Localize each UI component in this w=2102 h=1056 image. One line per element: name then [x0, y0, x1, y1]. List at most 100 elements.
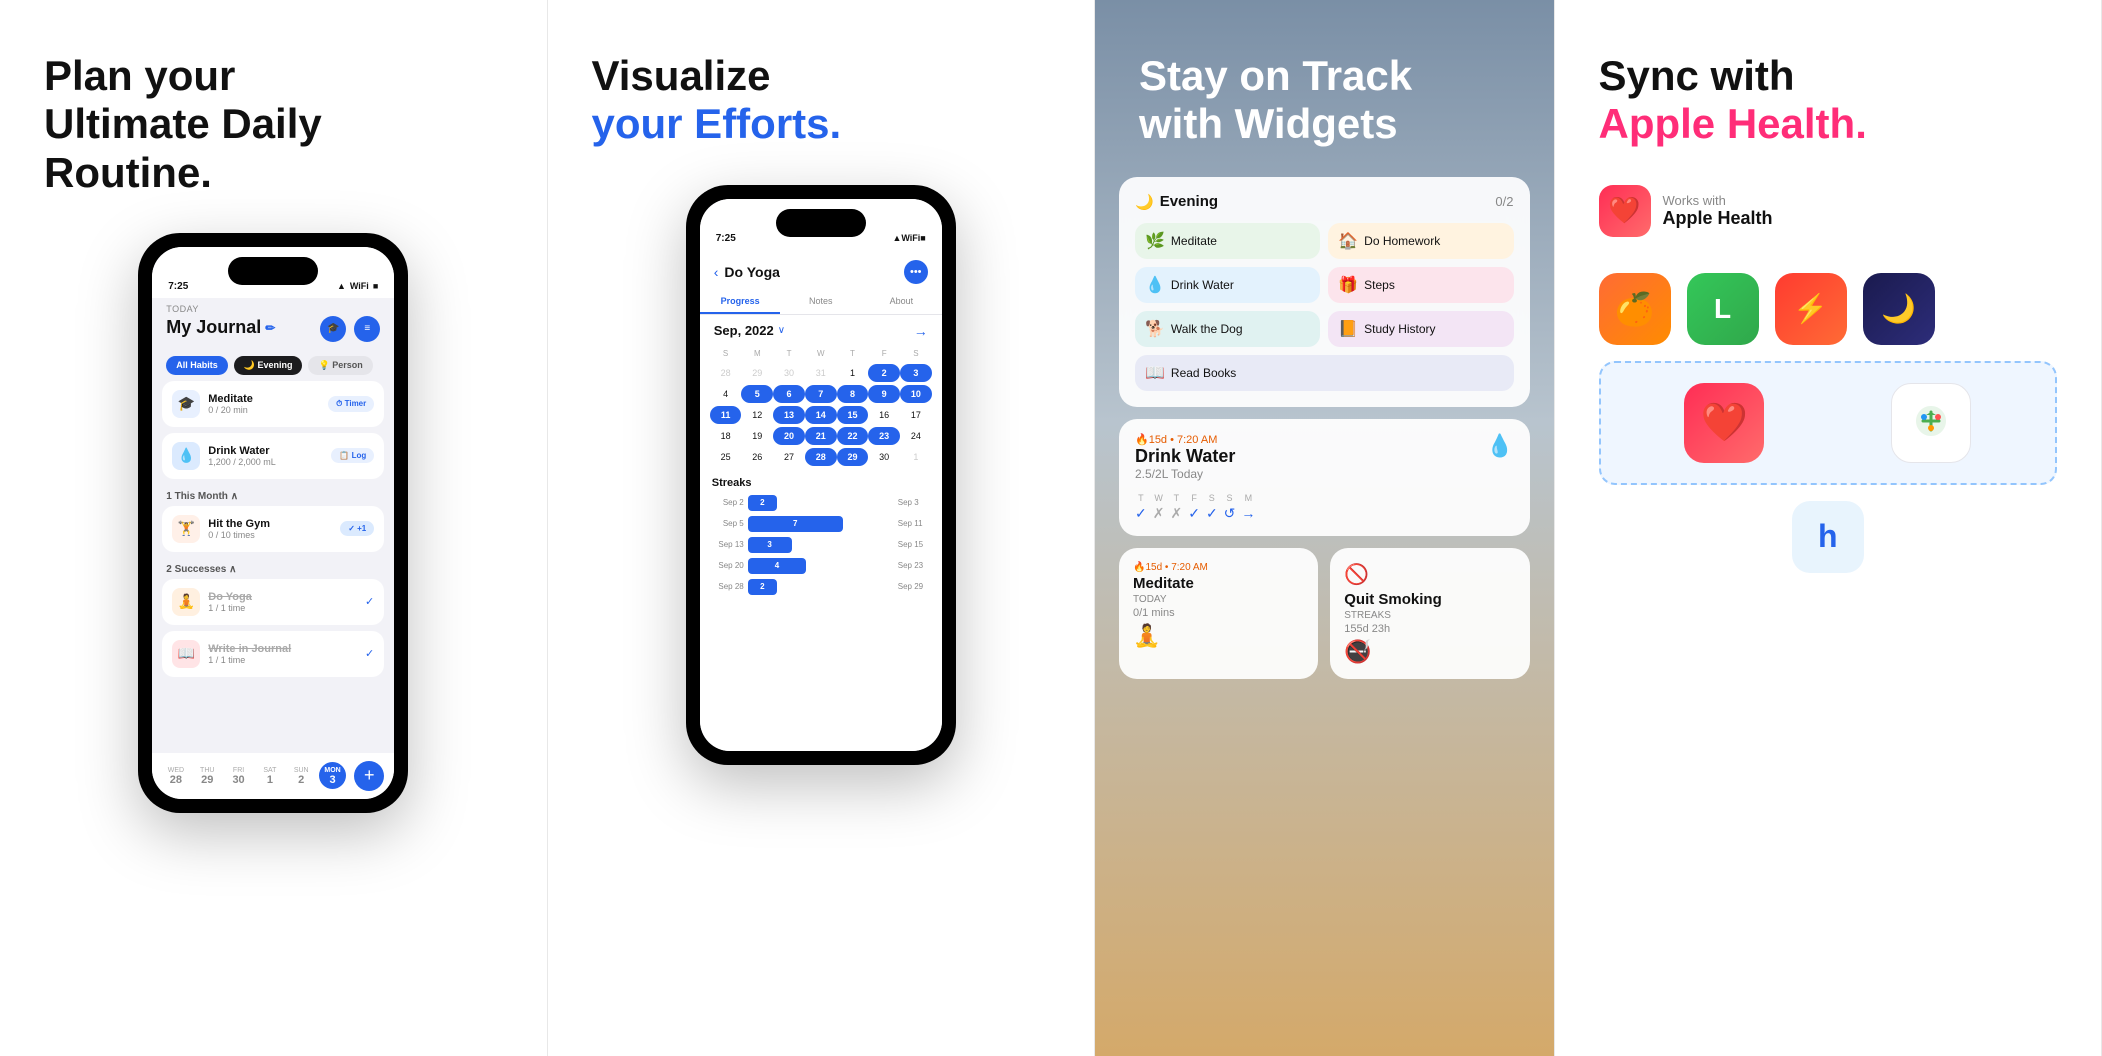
- quit-smoking-no-icon: 🚫: [1344, 562, 1515, 587]
- cal-nav-right[interactable]: →: [914, 323, 928, 339]
- sync-area: ❤️: [1599, 361, 2058, 485]
- works-with-label: Works with: [1663, 193, 1773, 208]
- streak-2: Sep 5 7 Sep 11: [712, 516, 930, 532]
- widget-drink-icon: 💧: [1486, 433, 1513, 459]
- apple-health-logo: ❤️ Works with Apple Health: [1599, 185, 2058, 237]
- widget-drink-title: Drink Water: [1135, 446, 1235, 467]
- cal-menu[interactable]: •••: [904, 260, 928, 284]
- filter-icon[interactable]: ≡: [354, 316, 380, 342]
- streaks-section: Streaks Sep 2 2 Sep 3 Sep 5 7: [700, 469, 942, 595]
- streak-3: Sep 13 3 Sep 15: [712, 537, 930, 553]
- cal-tabs: Progress Notes About: [700, 290, 942, 315]
- widget-evening-count: 0/2: [1495, 194, 1513, 209]
- widget-container: 🌙 Evening 0/2 🌿 Meditate 🏠 Do Homework 💧…: [1095, 177, 1554, 679]
- water-info: Drink Water 1,200 / 2,000 mL: [208, 445, 323, 467]
- water-icon: 💧: [172, 442, 200, 470]
- phone1-content: TODAY My Journal ✏ 🎓 ≡: [152, 298, 394, 753]
- phone2-notch: [776, 209, 866, 237]
- meditate-info: Meditate 0 / 20 min: [208, 393, 320, 415]
- panel4-heading: Sync with Apple Health.: [1599, 52, 2058, 149]
- panel1-heading: Plan your Ultimate Daily Routine.: [44, 52, 503, 197]
- app-icon-green: L: [1687, 273, 1759, 345]
- widget-meditate: 🔥15d • 7:20 AM Meditate TODAY 0/1 mins 🧘: [1119, 548, 1318, 679]
- widget-meditate-icon: 🧘: [1133, 623, 1304, 649]
- cal-week-2: 4 5 6 7 8 9 10: [710, 385, 932, 403]
- day-sun[interactable]: SUN2: [288, 762, 315, 789]
- habit-journal: 📖 Write in Journal 1 / 1 time ✓: [162, 631, 384, 677]
- habit-drink-water: 💧 Drink Water 1,200 / 2,000 mL 📋 Log: [162, 433, 384, 479]
- gym-info: Hit the Gym 0 / 10 times: [208, 518, 332, 540]
- widget-meditate-title: Meditate: [1133, 575, 1304, 592]
- gym-icon: 🏋️: [172, 515, 200, 543]
- day-thu[interactable]: THU29: [194, 762, 221, 789]
- filter-tabs: All Habits 🌙 Evening 💡 Person: [152, 350, 394, 381]
- cal-screen-title: Do Yoga: [724, 264, 897, 280]
- phone1-notch: [228, 257, 318, 285]
- widget-habit-grid: 🌿 Meditate 🏠 Do Homework 💧 Drink Water 🎁…: [1135, 223, 1514, 391]
- widget-habit-study-history: 📙 Study History: [1328, 311, 1513, 347]
- widget-drink-sub: 2.5/2L Today: [1135, 467, 1235, 481]
- app-header: TODAY My Journal ✏ 🎓 ≡: [152, 298, 394, 350]
- streaks-title: Streaks: [712, 477, 930, 489]
- gym-sub: 0 / 10 times: [208, 530, 332, 540]
- add-habit-button[interactable]: +: [354, 761, 384, 791]
- section-this-month: 1 This Month ∧: [152, 485, 394, 506]
- cal-month-label: Sep, 2022: [714, 323, 774, 338]
- widget-bottom-row: 🔥15d • 7:20 AM Meditate TODAY 0/1 mins 🧘…: [1119, 548, 1530, 679]
- streak-5: Sep 28 2 Sep 29: [712, 579, 930, 595]
- meditate-name: Meditate: [208, 393, 320, 405]
- phone1-status-icons: ▲ WiFi ■: [337, 281, 378, 291]
- apple-health-name: Apple Health: [1663, 208, 1773, 229]
- widget-drink: 🔥15d • 7:20 AM Drink Water 2.5/2L Today …: [1119, 419, 1530, 536]
- widget-habit-steps: 🎁 Steps: [1328, 267, 1513, 303]
- meditate-icon: 🎓: [172, 390, 200, 418]
- streak-1: Sep 2 2 Sep 3: [712, 495, 930, 511]
- gym-action[interactable]: ✓ +1: [340, 521, 374, 536]
- cal-grid: S M T W T F S 28 29 30: [700, 347, 942, 466]
- third-row: h: [1599, 501, 2058, 573]
- habit-yoga: 🧘 Do Yoga 1 / 1 time ✓: [162, 579, 384, 625]
- water-name: Drink Water: [208, 445, 323, 457]
- day-sat[interactable]: SAT1: [256, 762, 283, 789]
- streak-4: Sep 20 4 Sep 23: [712, 558, 930, 574]
- yoga-check: ✓: [365, 595, 374, 608]
- app-icon-orange: 🍊: [1599, 273, 1671, 345]
- day-wed[interactable]: WED28: [162, 762, 189, 789]
- widget-habit-homework: 🏠 Do Homework: [1328, 223, 1513, 259]
- widget-meditate-sub: TODAY: [1133, 594, 1304, 605]
- sort-icon[interactable]: 🎓: [320, 316, 346, 342]
- widget-quit-title: Quit Smoking: [1344, 591, 1515, 608]
- panel-1: Plan your Ultimate Daily Routine. 7:25 ▲…: [0, 0, 548, 1056]
- panel-4: Sync with Apple Health. ❤️ Works with Ap…: [1555, 0, 2102, 1056]
- cal-dow-row: S M T W T F S: [710, 347, 932, 360]
- apple-health-text: Works with Apple Health: [1663, 193, 1773, 229]
- apple-health-heart-icon: ❤️: [1599, 185, 1651, 237]
- app-header-icons: 🎓 ≡: [320, 316, 380, 342]
- section-successes: 2 Successes ∧: [152, 558, 394, 579]
- tab-progress[interactable]: Progress: [700, 290, 781, 314]
- yoga-icon: 🧘: [172, 588, 200, 616]
- phone2: 7:25 ▲WiFi■ ‹ Do Yoga ••• Progress: [686, 185, 956, 765]
- widget-days-row: T✓ W✗ T✗ F✓ S✓ S↺ M→: [1135, 493, 1514, 522]
- phone1-wrap: 7:25 ▲ WiFi ■ TODAY My Journal ✏: [44, 233, 503, 813]
- meditate-action[interactable]: ⏱ Timer: [328, 396, 374, 412]
- cal-week-1: 28 29 30 31 1 2 3: [710, 364, 932, 382]
- meditate-sub: 0 / 20 min: [208, 405, 320, 415]
- tab-evening[interactable]: 🌙 Evening: [234, 356, 303, 375]
- app-icon-arken: ⚡: [1775, 273, 1847, 345]
- widget-evening: 🌙 Evening 0/2 🌿 Meditate 🏠 Do Homework 💧…: [1119, 177, 1530, 407]
- phone2-content: ‹ Do Yoga ••• Progress Notes About Sep, …: [700, 250, 942, 751]
- phone1-inner: 7:25 ▲ WiFi ■ TODAY My Journal ✏: [152, 247, 394, 799]
- tab-about[interactable]: About: [861, 290, 942, 314]
- cal-dropdown-arrow[interactable]: ∨: [778, 325, 785, 336]
- tab-all-habits[interactable]: All Habits: [166, 356, 228, 375]
- water-action[interactable]: 📋 Log: [331, 448, 374, 463]
- widget-meditate-value: 0/1 mins: [1133, 607, 1304, 619]
- tab-notes[interactable]: Notes: [780, 290, 861, 314]
- day-fri[interactable]: FRI30: [225, 762, 252, 789]
- tab-personal[interactable]: 💡 Person: [308, 356, 372, 375]
- cal-month-row: Sep, 2022 ∨ →: [700, 315, 942, 347]
- panel3-heading: Stay on Track with Widgets: [1095, 0, 1554, 149]
- day-mon[interactable]: MON3: [319, 762, 346, 789]
- cal-back[interactable]: ‹: [714, 264, 719, 280]
